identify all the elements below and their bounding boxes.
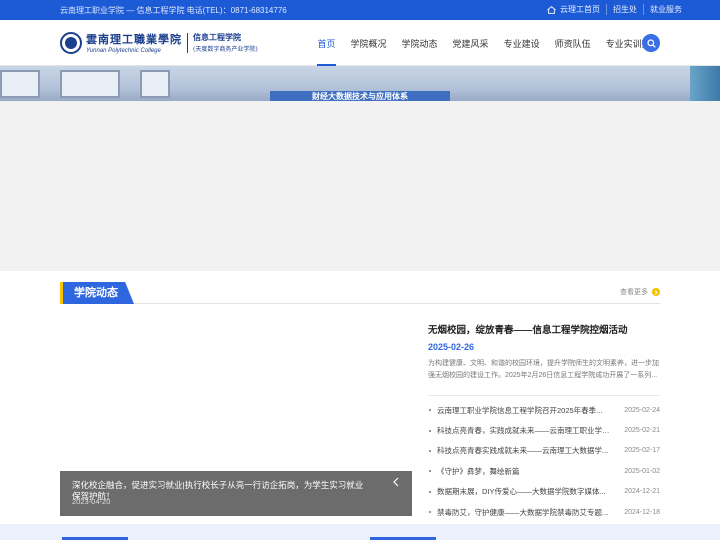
- list-item-title: 《守护》彝梦，舞绘新篇: [437, 466, 520, 476]
- list-item-title: 禁毒防艾，守护健康——大数据学院禁毒防艾专题...: [437, 507, 609, 517]
- top-link-employment[interactable]: 就业服务: [643, 4, 688, 15]
- list-item[interactable]: 云南理工职业学院信息工程学院召开2025年春季... 2025-02-24: [428, 400, 660, 420]
- section-title: 学院动态: [60, 282, 134, 304]
- search-button[interactable]: [642, 34, 660, 52]
- list-item[interactable]: 《守护》彝梦，舞绘新篇 2025-01-02: [428, 461, 660, 481]
- list-item[interactable]: 数据期末展，DIY传爱心——大数据学院数字媒体... 2024-12-21: [428, 482, 660, 502]
- list-item-title: 云南理工职业学院信息工程学院召开2025年春季...: [437, 405, 603, 415]
- banner-window: [140, 70, 170, 98]
- news-list: 云南理工职业学院信息工程学院召开2025年春季... 2025-02-24 科技点…: [428, 400, 660, 522]
- nav-item-party[interactable]: 党建风采: [445, 20, 496, 66]
- feature-news-date: 2023-04-20: [72, 497, 111, 506]
- nav-item-news[interactable]: 学院动态: [394, 20, 445, 66]
- banner-window: [60, 70, 120, 98]
- list-item-date: 2024-12-18: [624, 508, 660, 516]
- nav-item-overview[interactable]: 学院概况: [343, 20, 394, 66]
- logo-college-name: 雲南理工職業學院: [86, 33, 182, 46]
- news-section-header: 学院动态 查看更多: [60, 282, 660, 304]
- list-item-title: 科技点亮青春，实践成就未来——云南理工职业学院...: [437, 426, 616, 436]
- list-item-date: 2025-01-02: [624, 467, 660, 475]
- list-item-title: 数据期末展，DIY传爱心——大数据学院数字媒体...: [437, 487, 606, 497]
- search-icon: [646, 38, 656, 48]
- list-item-date: 2025-02-24: [624, 406, 660, 414]
- top-links: 云理工首页 招生处 就业服务: [541, 4, 688, 15]
- list-item-title: 科技点亮青春实践成就未来——云南理工大数据学...: [437, 446, 609, 456]
- list-item[interactable]: 科技点亮青春，实践成就未来——云南理工职业学院... 2025-02-21: [428, 420, 660, 440]
- headline-summary: 为构建健康、文明、和谐的校园环境，提升学院师生的文明素养，进一步加强无烟校园的建…: [428, 360, 659, 379]
- nav-item-faculty[interactable]: 师资队伍: [547, 20, 598, 66]
- top-link-home-label: 云理工首页: [560, 5, 600, 14]
- list-item-date: 2024-12-21: [624, 488, 660, 496]
- college-emblem: [60, 31, 82, 54]
- list-item-date: 2025-02-21: [624, 427, 660, 435]
- top-bar: 云南理工职业学院 — 信息工程学院 电话(TEL)：0871-68314776 …: [0, 0, 720, 20]
- news-divider: [428, 395, 660, 396]
- contact-info: 云南理工职业学院 — 信息工程学院 电话(TEL)：0871-68314776: [60, 6, 287, 15]
- banner-wall-panel: [690, 66, 720, 101]
- home-icon: [547, 5, 556, 14]
- headline-date: 2025-02-26: [428, 342, 475, 352]
- logo-school-subname: (天度数字商务产业学院): [193, 46, 258, 53]
- main-nav: 首页 学院概况 学院动态 党建风采 专业建设 师资队伍 专业实训室: [310, 20, 658, 66]
- site-header: 雲南理工職業學院 Yunnan Polytechnic College 信息工程…: [0, 20, 720, 66]
- chevron-right-icon: [652, 288, 660, 296]
- site-logo[interactable]: 雲南理工職業學院 Yunnan Polytechnic College 信息工程…: [60, 31, 258, 54]
- carousel-prev-button[interactable]: [385, 471, 407, 493]
- banner-window: [0, 70, 40, 98]
- headline-title[interactable]: 无烟校园，绽放青春——信息工程学院控烟活动: [428, 322, 660, 336]
- banner-photo: 财经大数据技术与应用体系: [0, 66, 720, 101]
- logo-school-name: 信息工程学院: [193, 32, 241, 42]
- logo-english-name: Yunnan Polytechnic College: [86, 48, 161, 54]
- top-link-admissions[interactable]: 招生处: [606, 4, 643, 15]
- top-link-employment-label: 就业服务: [650, 5, 682, 14]
- list-item[interactable]: 科技点亮青春实践成就未来——云南理工大数据学... 2025-02-17: [428, 441, 660, 461]
- feature-news-caption[interactable]: 深化校企融合，促进实习就业|执行校长子从亮一行访企拓岗，为学生实习就业保驾护航！…: [60, 471, 412, 516]
- banner-wall-sign: 财经大数据技术与应用体系: [270, 91, 450, 101]
- nav-item-majors[interactable]: 专业建设: [496, 20, 547, 66]
- top-link-admissions-label: 招生处: [613, 5, 637, 14]
- section-title-accent: [60, 282, 63, 304]
- top-link-home[interactable]: 云理工首页: [541, 4, 606, 15]
- list-item[interactable]: 禁毒防艾，守护健康——大数据学院禁毒防艾专题... 2024-12-18: [428, 502, 660, 522]
- logo-divider: [187, 32, 188, 53]
- nav-item-home[interactable]: 首页: [310, 20, 343, 66]
- more-link[interactable]: 查看更多: [620, 287, 660, 297]
- list-item-date: 2025-02-17: [624, 447, 660, 455]
- hero-banner[interactable]: 财经大数据技术与应用体系: [0, 66, 720, 271]
- more-link-label: 查看更多: [620, 289, 648, 296]
- feature-news-title: 深化校企融合，促进实习就业|执行校长子从亮一行访企拓岗，为学生实习就业保驾护航！: [72, 480, 364, 501]
- chevron-left-icon: [393, 477, 399, 487]
